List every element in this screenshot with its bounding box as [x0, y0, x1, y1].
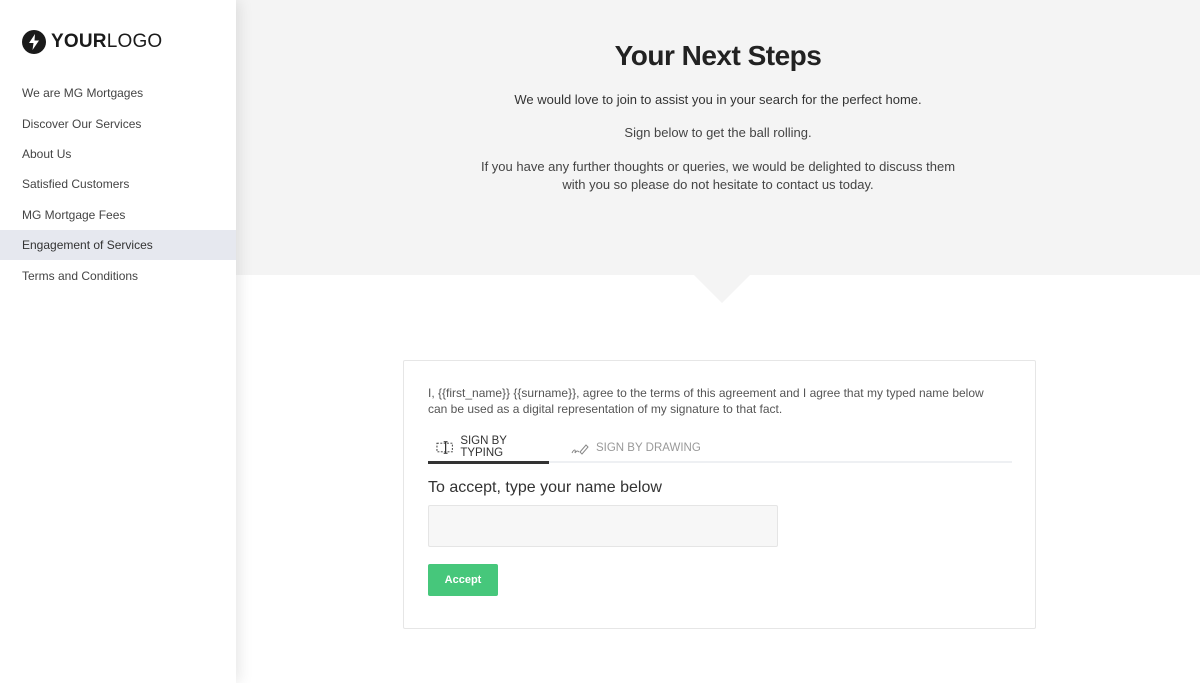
logo-text-light: LOGO	[106, 31, 163, 52]
sidebar-nav: We are MG Mortgages Discover Our Service…	[0, 78, 236, 291]
sidebar-item-about-us[interactable]: About Us	[0, 139, 236, 169]
main-content: Your Next Steps We would love to join to…	[236, 0, 1200, 683]
sidebar-item-mg-mortgage-fees[interactable]: MG Mortgage Fees	[0, 200, 236, 230]
accept-button[interactable]: Accept	[428, 564, 498, 596]
agreement-line-1: I, {{first_name}} {{surname}}, agree to …	[428, 386, 984, 400]
hero-contact-line-1: If you have any further thoughts or quer…	[480, 159, 956, 174]
tab-sign-by-typing[interactable]: SIGN BY TYPING	[428, 433, 549, 464]
sidebar-item-discover-our-services[interactable]: Discover Our Services	[0, 108, 236, 138]
agreement-text: I, {{first_name}} {{surname}}, agree to …	[428, 385, 1018, 417]
logo[interactable]: YOURLOGO	[22, 30, 162, 54]
sidebar-item-terms-and-conditions[interactable]: Terms and Conditions	[0, 260, 236, 290]
signature-tabs: SIGN BY TYPING SIGN BY DRAWING	[428, 433, 1012, 464]
signature-name-input[interactable]	[428, 505, 778, 547]
hero-sign-prompt: Sign below to get the ball rolling.	[624, 125, 812, 140]
agreement-line-2: can be used as a digital representation …	[428, 402, 783, 416]
hero-pointer-arrow	[694, 275, 750, 303]
signature-card: I, {{first_name}} {{surname}}, agree to …	[403, 360, 1036, 629]
sidebar: YOURLOGO We are MG Mortgages Discover Ou…	[0, 0, 236, 683]
hero-section: Your Next Steps We would love to join to…	[236, 0, 1200, 275]
page-title: Your Next Steps	[614, 40, 822, 71]
type-name-prompt: To accept, type your name below	[428, 479, 662, 496]
lightning-bolt-icon	[22, 30, 46, 54]
logo-text-bold: YOUR	[51, 31, 107, 52]
sidebar-item-engagement-of-services[interactable]: Engagement of Services	[0, 229, 236, 261]
hero-contact-line-2: with you so please do not hesitate to co…	[562, 177, 874, 192]
text-cursor-icon	[436, 440, 453, 454]
sidebar-item-we-are-mg-mortgages[interactable]: We are MG Mortgages	[0, 78, 236, 108]
tab-sign-by-drawing-label: SIGN BY DRAWING	[596, 442, 701, 454]
hero-intro-text: We would love to join to assist you in y…	[514, 92, 922, 107]
logo-text: YOURLOGO	[51, 31, 162, 53]
tab-sign-by-typing-label: SIGN BY TYPING	[460, 435, 507, 459]
pen-signature-icon	[571, 443, 589, 455]
sidebar-item-satisfied-customers[interactable]: Satisfied Customers	[0, 169, 236, 199]
tab-sign-by-drawing[interactable]: SIGN BY DRAWING	[571, 433, 701, 463]
hero-contact-text: If you have any further thoughts or quer…	[236, 158, 1200, 194]
